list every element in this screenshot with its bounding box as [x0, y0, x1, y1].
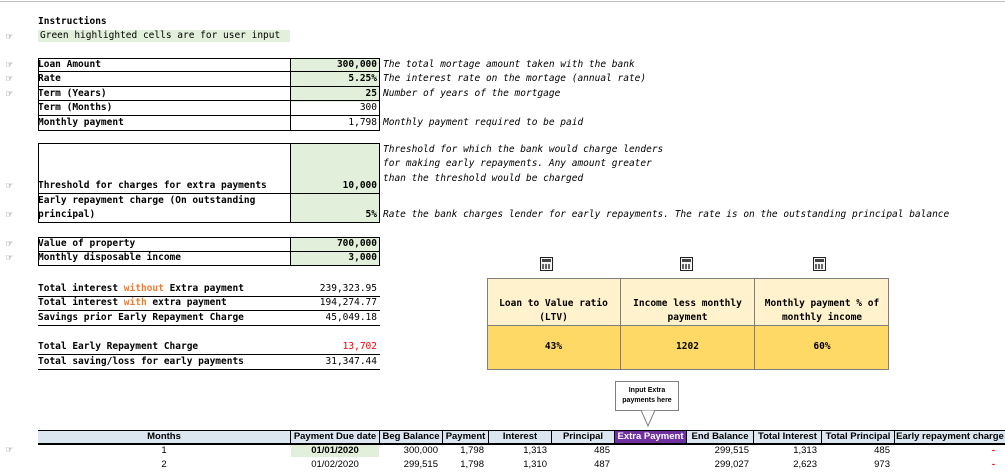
col-end-balance: End Balance: [687, 430, 753, 444]
interest-with-label: Total interest with extra payment: [38, 297, 227, 308]
rate-label: Rate: [38, 73, 61, 84]
cell-total-principal: 973: [874, 459, 890, 470]
loan-amount-label: Loan Amount: [38, 59, 101, 70]
term-years-label: Term (Years): [38, 88, 107, 99]
hand-pointer-icon: ☞: [6, 443, 13, 456]
threshold-label: Threshold for charges for extra payments: [38, 180, 267, 191]
monthly-payment-value: 1,798: [348, 117, 377, 128]
property-value-field[interactable]: 700,000: [291, 238, 377, 250]
instructions-hint: Green highlighted cells are for user inp…: [38, 30, 290, 42]
cell-month: 1: [161, 445, 167, 456]
term-years-note: Number of years of the mortgage: [383, 88, 561, 99]
cell-payment-due-date: 01/02/2020: [311, 459, 359, 470]
threshold-field[interactable]: 10,000: [291, 180, 377, 192]
loan-amount-note: The total mortage amount taken with the …: [383, 59, 635, 70]
net-savings-value: 31,347.44: [325, 356, 377, 367]
calculator-icon: [680, 257, 693, 271]
cell-principal: 485: [594, 445, 610, 456]
cell-interest: 1,313: [523, 445, 547, 456]
col-principal: Principal: [552, 430, 614, 444]
kpi-income-value: 1202: [676, 341, 699, 352]
hand-pointer-icon: ☞: [6, 87, 13, 100]
rate-note: The interest rate on the mortage (annual…: [383, 73, 647, 84]
disposable-income-label: Monthly disposable income: [38, 252, 181, 263]
col-extra-payment: Extra Payment: [615, 430, 686, 444]
kpi-ltv-title: Loan to Value ratio (LTV): [499, 298, 608, 323]
col-total-principal: Total Principal: [822, 430, 894, 444]
monthly-payment-note: Monthly payment required to be paid: [383, 117, 584, 128]
kpi-income-title: Income less monthly payment: [633, 298, 742, 323]
cell-payment: 1,798: [460, 459, 484, 470]
monthly-payment-label: Monthly payment: [38, 117, 124, 128]
disposable-income-field[interactable]: 3,000: [291, 252, 377, 264]
cell-end-balance: 299,515: [714, 445, 749, 456]
col-beg-balance: Beg Balance: [380, 430, 442, 444]
cell-extra-payment-input[interactable]: [615, 445, 682, 457]
col-payment-due-date: Payment Due date: [291, 430, 379, 444]
top-border: [0, 1, 1005, 2]
col-interest: Interest: [489, 430, 551, 444]
cell-end-balance: 299,027: [714, 459, 749, 470]
term-years-field[interactable]: 25: [291, 88, 377, 100]
hand-pointer-icon: ☞: [6, 208, 13, 221]
col-early-repayment-charge: Early repayment charge: [895, 430, 1005, 444]
early-charge-label-1: Early repayment charge (On outstanding: [38, 195, 256, 206]
threshold-note-3: than the threshold would be charged: [383, 173, 584, 184]
hand-pointer-icon: ☞: [6, 251, 13, 264]
hand-pointer-icon: ☞: [6, 72, 13, 85]
property-value-label: Value of property: [38, 238, 136, 249]
loan-amount-field[interactable]: 300,000: [291, 59, 377, 71]
term-months-value: 300: [359, 102, 377, 113]
col-months: Months: [38, 430, 290, 444]
calculator-icon: [813, 257, 826, 271]
kpi-ltv-value: 43%: [544, 341, 563, 352]
cell-beg-balance: 299,515: [403, 459, 438, 470]
kpi-pct-title: Monthly payment % of monthly income: [764, 298, 880, 323]
early-charge-total-value: 13,702: [342, 341, 377, 352]
savings-value: 45,049.18: [325, 312, 377, 323]
hand-pointer-icon: ☞: [6, 179, 13, 192]
savings-label: Savings prior Early Repayment Charge: [38, 312, 244, 323]
cell-principal: 487: [594, 459, 610, 470]
extra-payment-callout: Input Extra payments here: [615, 381, 679, 411]
col-total-interest: Total Interest: [754, 430, 821, 444]
hand-pointer-icon: ☞: [6, 30, 13, 43]
threshold-note-1: Threshold for which the bank would charg…: [383, 144, 664, 155]
cell-early-repayment-charge: -: [991, 459, 995, 470]
cell-total-interest: 1,313: [793, 445, 817, 456]
instructions-title: Instructions: [38, 16, 107, 27]
hand-pointer-icon: ☞: [6, 237, 13, 250]
cell-month: 2: [161, 459, 167, 470]
early-charge-label-2: principal): [38, 209, 96, 220]
col-payment: Payment: [443, 430, 488, 444]
cell-extra-payment-input[interactable]: [615, 459, 682, 471]
callout-arrow-icon: [640, 410, 656, 428]
cell-interest: 1,310: [523, 459, 547, 470]
cell-total-interest: 2,623: [793, 459, 817, 470]
interest-without-value: 239,323.95: [319, 283, 377, 294]
cell-payment-due-date-input[interactable]: 01/01/2020: [291, 445, 379, 457]
net-savings-label: Total saving/loss for early payments: [38, 356, 244, 367]
interest-with-value: 194,274.77: [319, 297, 377, 308]
cell-total-principal: 485: [874, 445, 890, 456]
cell-early-repayment-charge: -: [991, 445, 995, 456]
interest-without-label: Total interest without Extra payment: [38, 283, 244, 294]
early-charge-note: Rate the bank charges lender for early r…: [383, 209, 950, 220]
rate-field[interactable]: 5.25%: [291, 73, 377, 85]
threshold-note-2: for making early repayments. Any amount …: [383, 158, 652, 169]
cell-beg-balance: 300,000: [403, 445, 438, 456]
kpi-pct-value: 60%: [813, 341, 831, 352]
cell-payment: 1,798: [460, 445, 484, 456]
hand-pointer-icon: ☞: [6, 58, 13, 71]
early-charge-field[interactable]: 5%: [291, 209, 377, 221]
early-charge-total-label: Total Early Repayment Charge: [38, 341, 199, 352]
calculator-icon: [540, 257, 553, 271]
term-months-label: Term (Months): [38, 102, 113, 113]
